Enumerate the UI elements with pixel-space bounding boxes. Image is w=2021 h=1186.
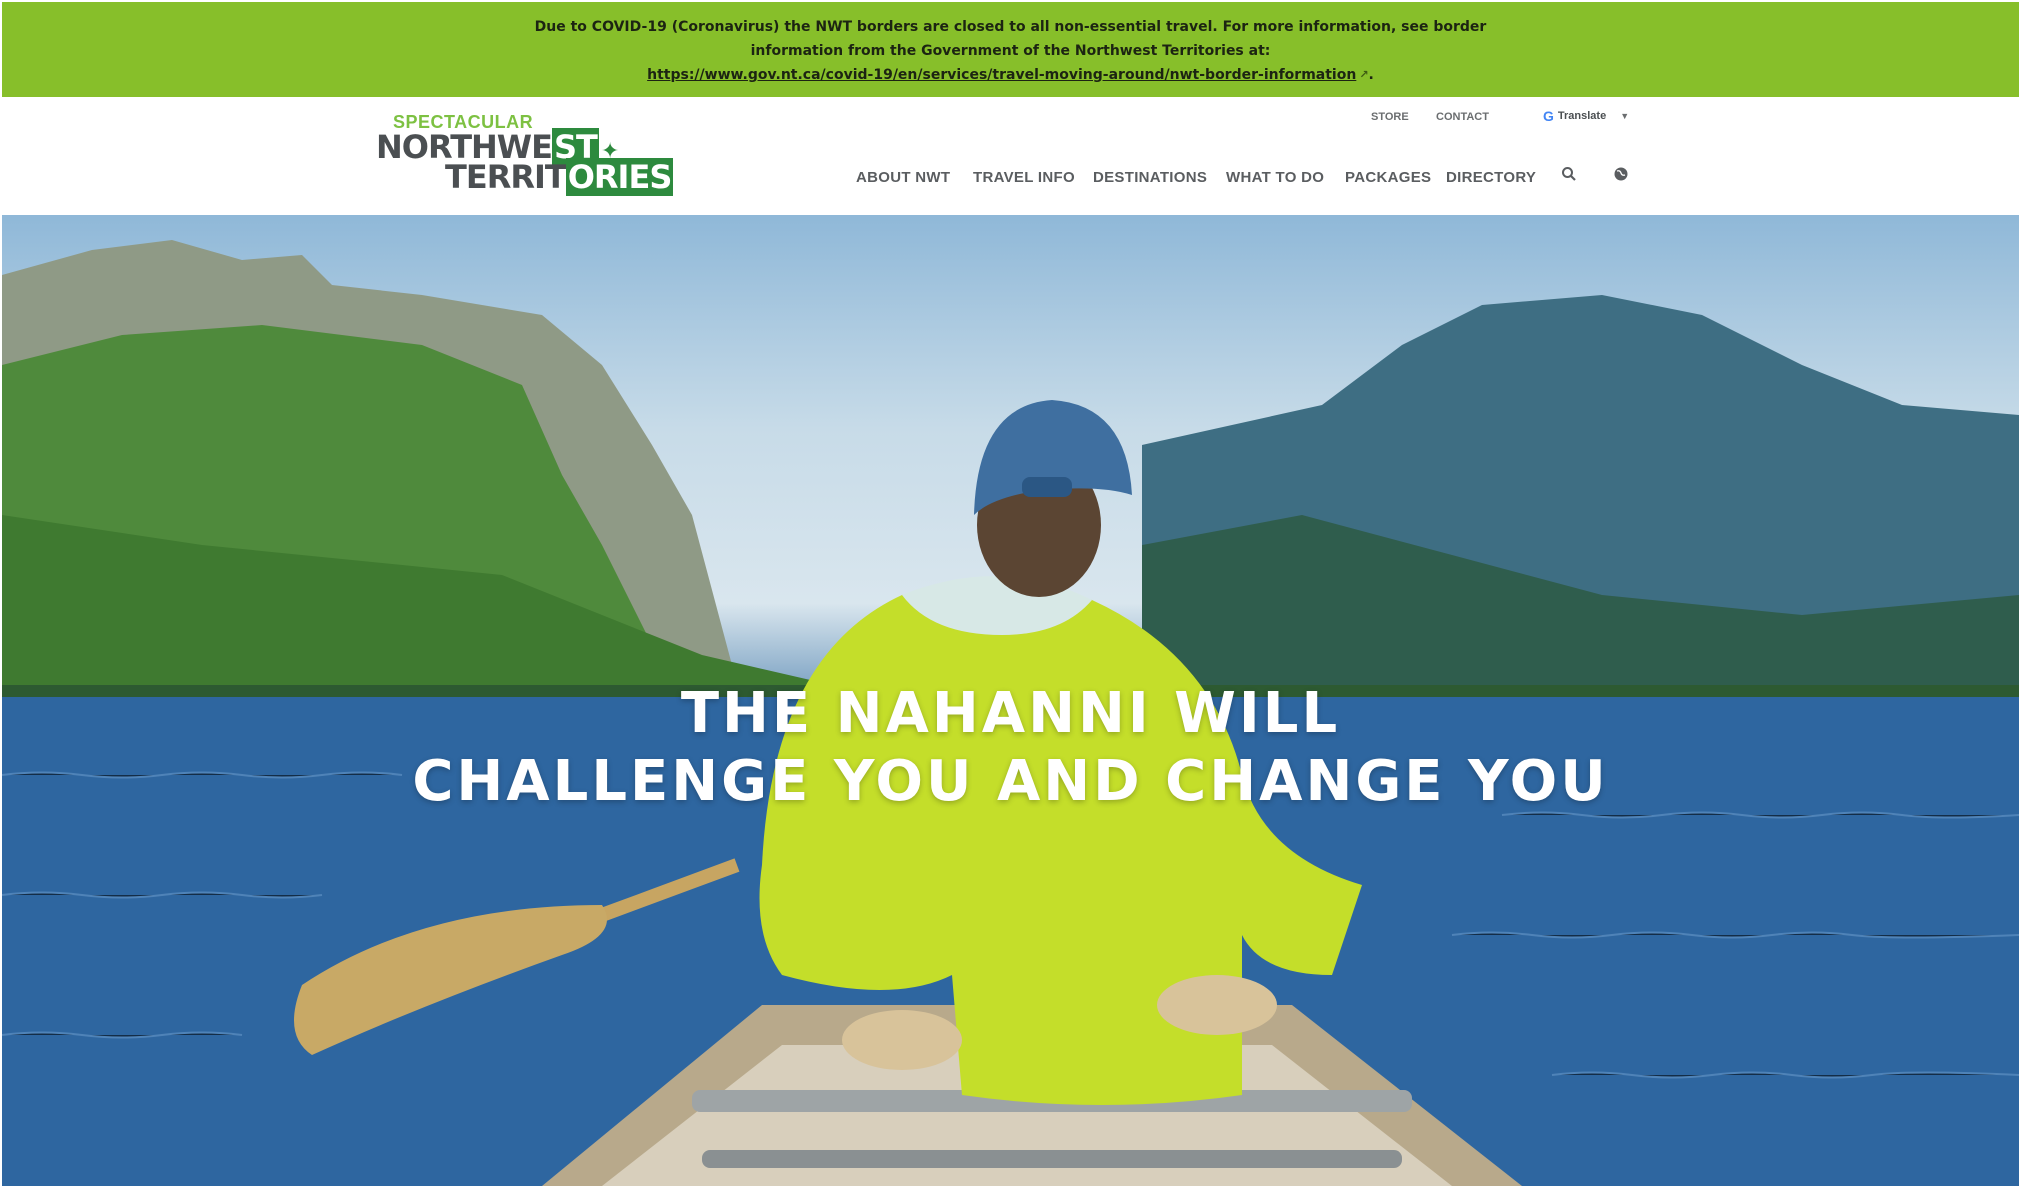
border-information-link[interactable]: https://www.gov.nt.ca/covid-19/en/servic… xyxy=(647,67,1356,83)
caret-down-icon: ▼ xyxy=(1620,111,1630,121)
nav-packages[interactable]: PACKAGES xyxy=(1345,169,1431,186)
site-logo[interactable]: SPECTACULAR NORTHWEST ✦ TERRITORIES xyxy=(376,112,674,196)
logo-ories: ORIES xyxy=(565,158,674,196)
hero-headline-line1: THE NAHANNI WILL xyxy=(680,681,1341,746)
logo-line-territories: TERRITORIES xyxy=(445,158,674,196)
link-suffix: . xyxy=(1368,67,1374,83)
external-link-icon: ↗ xyxy=(1359,68,1369,81)
hero-headline: THE NAHANNI WILL CHALLENGE YOU AND CHANG… xyxy=(2,680,2019,816)
nav-about-nwt[interactable]: ABOUT NWT xyxy=(856,169,950,186)
store-link[interactable]: STORE xyxy=(1371,111,1409,123)
translate-label: Translate xyxy=(1557,110,1607,122)
search-icon[interactable] xyxy=(1561,166,1577,187)
logo-territ: TERRIT xyxy=(445,158,567,196)
covid-alert-banner: Due to COVID-19 (Coronavirus) the NWT bo… xyxy=(2,2,2019,97)
google-icon: G xyxy=(1543,108,1554,124)
nav-destinations[interactable]: DESTINATIONS xyxy=(1093,169,1207,186)
covid-alert-link-line: https://www.gov.nt.ca/covid-19/en/servic… xyxy=(2,63,2019,87)
nav-travel-info[interactable]: TRAVEL INFO xyxy=(973,169,1075,186)
hero-headline-line2: CHALLENGE YOU AND CHANGE YOU xyxy=(412,749,1609,814)
covid-alert-text-line2: information from the Government of the N… xyxy=(750,43,1271,59)
site-header: SPECTACULAR NORTHWEST ✦ TERRITORIES STORE… xyxy=(0,97,2021,215)
globe-icon[interactable] xyxy=(1613,166,1629,187)
translate-dropdown[interactable]: G Translate ▼ xyxy=(1543,108,1629,124)
contact-link[interactable]: CONTACT xyxy=(1436,111,1489,123)
nav-what-to-do[interactable]: WHAT TO DO xyxy=(1226,169,1324,186)
covid-alert-text-line1: Due to COVID-19 (Coronavirus) the NWT bo… xyxy=(534,19,1487,35)
nav-directory[interactable]: DIRECTORY xyxy=(1446,169,1536,186)
hero-banner: THE NAHANNI WILL CHALLENGE YOU AND CHANG… xyxy=(2,215,2019,1186)
